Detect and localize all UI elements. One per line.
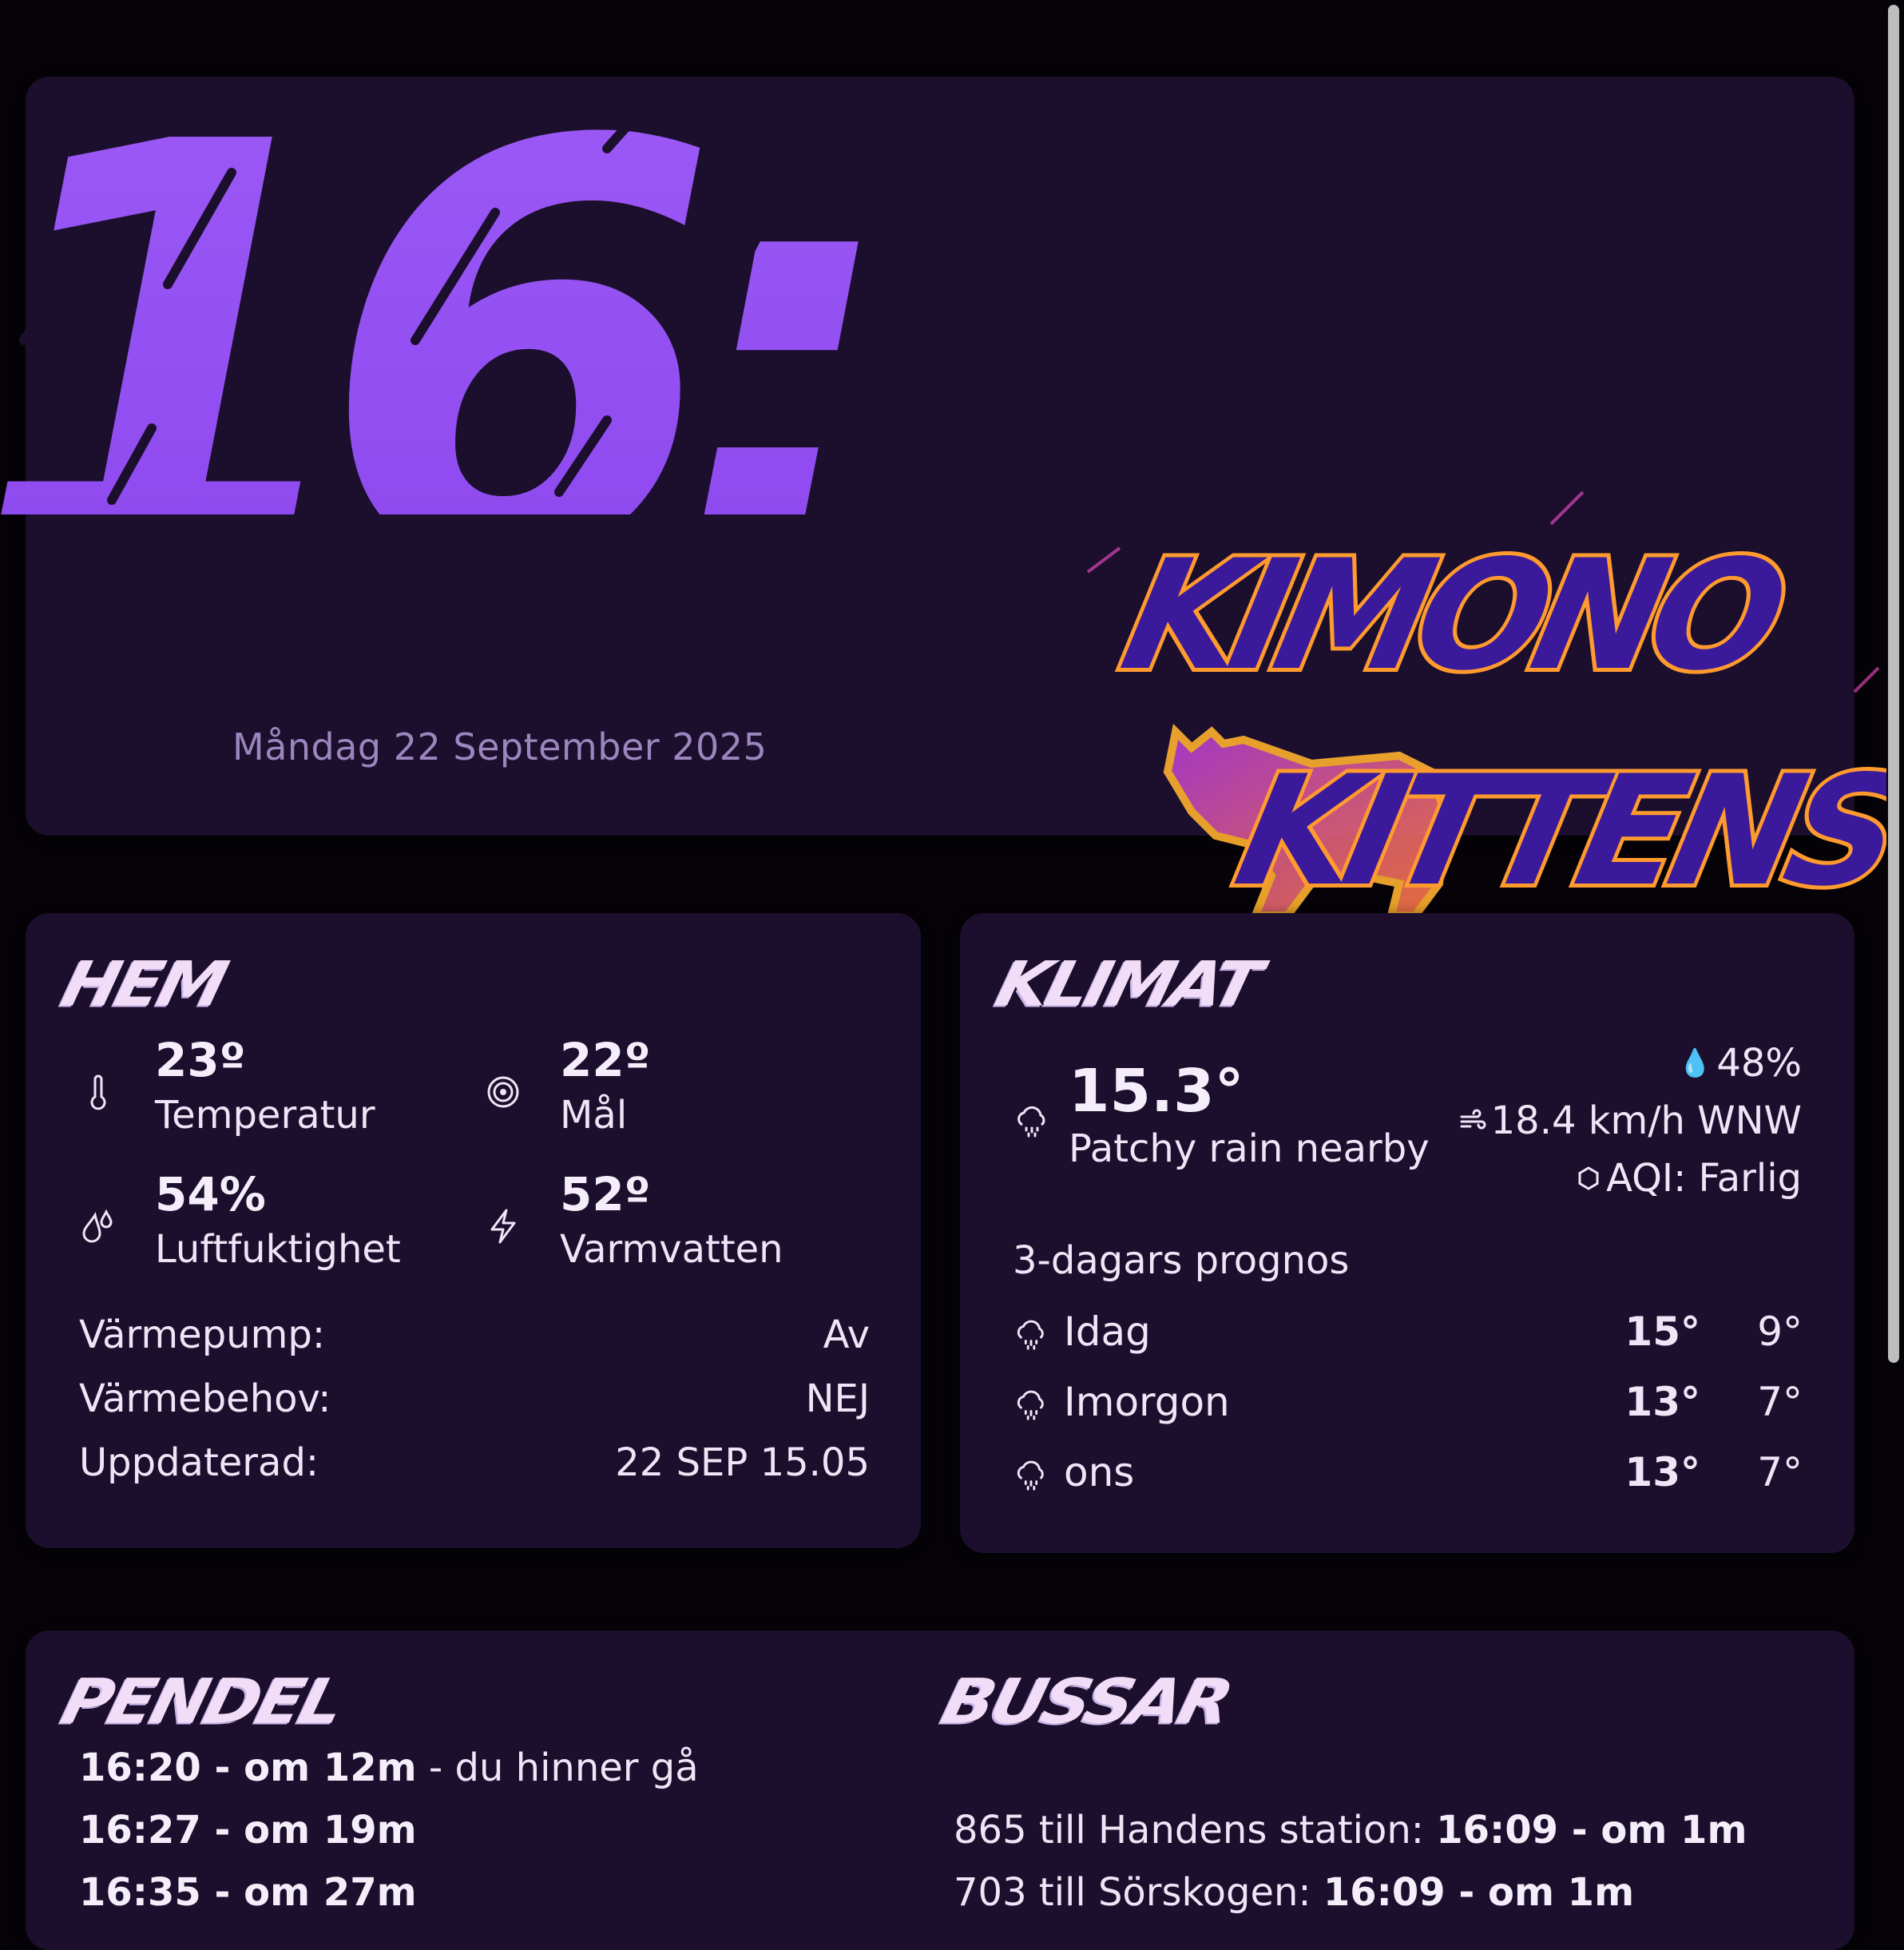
forecast-day: ons — [1064, 1449, 1135, 1495]
hexagon-icon — [1578, 1166, 1599, 1190]
logo-line-2: KITTENS — [1224, 744, 1886, 920]
train-departure-note: - du hinner gå — [416, 1745, 699, 1790]
header-card: 16:0 Måndag 22 September 2025 KIMONO — [0, 77, 1904, 973]
forecast-row: Imorgon 13° 7° — [1013, 1379, 1803, 1427]
commuter-train-title: PENDEL — [54, 1665, 350, 1738]
bus-route: 865 till Handens station: — [954, 1808, 1437, 1853]
logo-line-1: KIMONO — [1109, 528, 1796, 705]
hot-water-value: 52º — [560, 1167, 651, 1221]
temperature-label: Temperatur — [155, 1093, 375, 1138]
hot-water-label: Varmvatten — [560, 1227, 783, 1272]
clock-display: 16:0 — [0, 77, 863, 514]
forecast-high: 13° — [1624, 1379, 1700, 1425]
current-condition: Patchy rain nearby — [1069, 1126, 1430, 1171]
thermometer-icon — [90, 1074, 106, 1110]
air-quality: AQI: Farlig — [1576, 1156, 1802, 1201]
train-departure: 16:35 - om 27m — [79, 1870, 417, 1915]
transit-card: PENDEL BUSSAR 16:20 - om 12m - du hinner… — [26, 1630, 1854, 1950]
outdoor-humidity-value: 48% — [1716, 1041, 1802, 1086]
heat-pump-key: Värmepump: — [79, 1313, 325, 1357]
humidity-value: 54% — [155, 1167, 266, 1221]
bus-departure: 703 till Sörskogen: 16:09 - om 1m — [954, 1870, 1634, 1915]
clock-text: 16:0 — [0, 77, 863, 514]
humidity-icon: 💧 — [1677, 1047, 1712, 1079]
updated-key: Uppdaterad: — [79, 1440, 319, 1485]
wind-icon — [1460, 1109, 1486, 1130]
climate-card: KLIMAT 15.3° Patchy rain nearby 💧 48% 18… — [960, 913, 1854, 1553]
heat-demand-key: Värmebehov: — [79, 1376, 331, 1421]
wind-value: 18.4 km/h WNW — [1490, 1098, 1802, 1143]
wind: 18.4 km/h WNW — [1459, 1098, 1802, 1143]
target-icon — [487, 1076, 519, 1108]
forecast-low: 7° — [1757, 1449, 1803, 1495]
forecast-low: 9° — [1757, 1309, 1803, 1355]
scrollbar-thumb[interactable] — [1888, 5, 1899, 1363]
heat-demand-value: NEJ — [805, 1376, 870, 1421]
outdoor-humidity: 💧 48% — [1678, 1041, 1802, 1086]
forecast-day: Imorgon — [1064, 1379, 1230, 1425]
train-departure: 16:27 - om 19m — [79, 1808, 417, 1853]
bus-departure: 865 till Handens station: 16:09 - om 1m — [954, 1808, 1747, 1853]
temperature-value: 23º — [155, 1033, 246, 1087]
target-value: 22º — [560, 1033, 651, 1087]
climate-title: KLIMAT — [989, 947, 1266, 1021]
train-departure-time: 16:35 - om 27m — [79, 1870, 417, 1915]
home-title: HEM — [54, 947, 232, 1021]
updated-value: 22 SEP 15.05 — [615, 1440, 870, 1485]
target-label: Mål — [560, 1093, 628, 1138]
humidity-icon — [82, 1209, 113, 1243]
forecast-row: Idag 15° 9° — [1013, 1309, 1803, 1356]
forecast-day: Idag — [1064, 1309, 1151, 1355]
forecast-row: ons 13° 7° — [1013, 1449, 1803, 1497]
bolt-icon — [490, 1209, 516, 1244]
rain-cloud-icon — [1017, 1320, 1044, 1350]
forecast-low: 7° — [1757, 1379, 1803, 1425]
forecast-high: 15° — [1624, 1309, 1700, 1355]
home-card: HEM 23º Temperatur 22º Mål 54% Luftfukti… — [26, 913, 921, 1548]
rain-cloud-icon — [1017, 1106, 1045, 1138]
bus-departure-time: 16:09 - om 1m — [1323, 1870, 1635, 1915]
current-temperature: 15.3° — [1069, 1057, 1244, 1126]
aqi-value: AQI: Farlig — [1606, 1156, 1802, 1201]
forecast-title: 3-dagars prognos — [1013, 1238, 1350, 1283]
humidity-label: Luftfuktighet — [155, 1227, 401, 1272]
bus-title: BUSSAR — [934, 1665, 1238, 1738]
train-departure: 16:20 - om 12m - du hinner gå — [79, 1745, 699, 1790]
bus-departure-time: 16:09 - om 1m — [1436, 1808, 1747, 1853]
kimono-kittens-logo: KIMONO KITTENS — [1072, 468, 1904, 979]
train-departure-time: 16:20 - om 12m — [79, 1745, 417, 1790]
date-label: Måndag 22 September 2025 — [232, 725, 768, 768]
bus-route: 703 till Sörskogen: — [954, 1870, 1323, 1915]
heat-pump-value: Av — [823, 1313, 870, 1357]
rain-cloud-icon — [1017, 1390, 1044, 1420]
rain-cloud-icon — [1017, 1460, 1044, 1491]
forecast-high: 13° — [1624, 1449, 1700, 1495]
train-departure-time: 16:27 - om 19m — [79, 1808, 417, 1853]
